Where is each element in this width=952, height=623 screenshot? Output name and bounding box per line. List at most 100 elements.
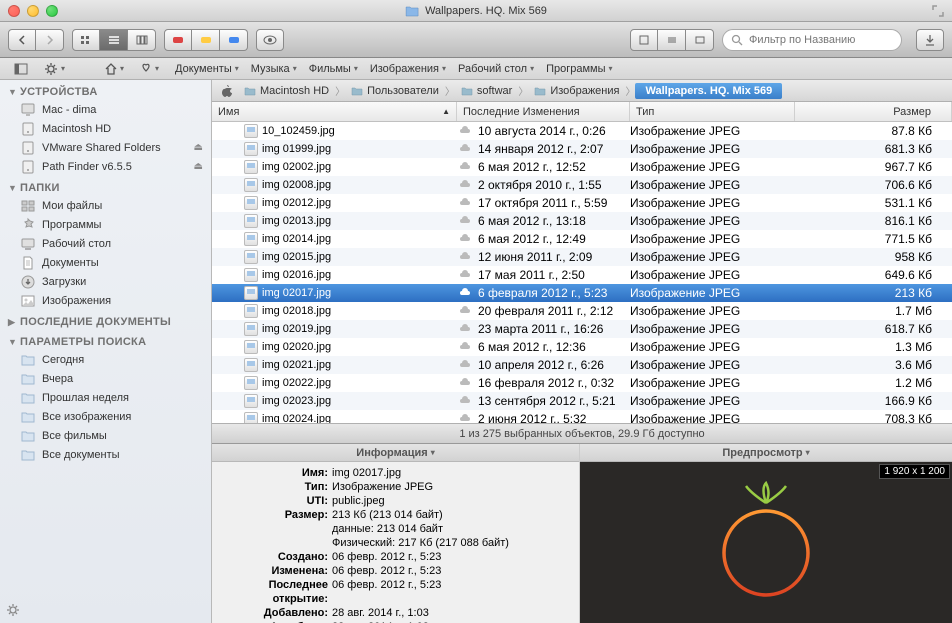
table-row[interactable]: img 02019.jpg 23 марта 2011 г., 16:26 Из… — [212, 320, 952, 338]
column-name[interactable]: Имя▲ — [212, 102, 457, 121]
search-field[interactable] — [722, 29, 902, 51]
table-row[interactable]: img 02020.jpg 6 мая 2012 г., 12:36 Изобр… — [212, 338, 952, 356]
file-icon — [244, 304, 258, 318]
view-column-button[interactable] — [128, 29, 156, 51]
table-row[interactable]: img 02002.jpg 6 мая 2012 г., 12:52 Изобр… — [212, 158, 952, 176]
sidebar-item[interactable]: Прошлая неделя — [0, 388, 211, 407]
table-row[interactable]: img 02016.jpg 17 мая 2011 г., 2:50 Изобр… — [212, 266, 952, 284]
menu-Рабочий стол[interactable]: Рабочий стол▾ — [452, 63, 540, 75]
file-icon — [244, 412, 258, 423]
tool-button-1[interactable] — [630, 29, 658, 51]
file-list[interactable]: 10_102459.jpg 10 августа 2014 г., 0:26 И… — [212, 122, 952, 423]
info-row: Изменена:06 февр. 2012 г., 5:23 — [220, 564, 571, 578]
breadcrumb-item[interactable]: Macintosh HD — [238, 85, 335, 97]
menu-Документы[interactable]: Документы▾ — [169, 63, 245, 75]
download-button[interactable] — [916, 29, 944, 51]
view-icon-button[interactable] — [72, 29, 100, 51]
table-row[interactable]: img 02017.jpg 6 февраля 2012 г., 5:23 Из… — [212, 284, 952, 302]
table-row[interactable]: img 02018.jpg 20 февраля 2011 г., 2:12 И… — [212, 302, 952, 320]
breadcrumb-item[interactable]: softwar — [455, 85, 518, 97]
sidebar-item[interactable]: VMware Shared Folders⏏ — [0, 138, 211, 157]
menu-Изображения[interactable]: Изображения▾ — [364, 63, 452, 75]
table-row[interactable]: img 02015.jpg 12 июня 2011 г., 2:09 Изоб… — [212, 248, 952, 266]
home-menu[interactable]: ▾ — [99, 63, 130, 75]
table-row[interactable]: img 01999.jpg 14 января 2012 г., 2:07 Из… — [212, 140, 952, 158]
forward-button[interactable] — [36, 29, 64, 51]
tag-yellow-button[interactable] — [192, 29, 220, 51]
info-row: данные: 213 014 байт — [220, 522, 571, 536]
breadcrumb-item[interactable]: Пользователи — [345, 85, 445, 97]
sidebar-item[interactable]: Программы — [0, 215, 211, 234]
table-row[interactable]: img 02024.jpg 2 июня 2012 г., 5:32 Изобр… — [212, 410, 952, 423]
minimize-window-button[interactable] — [27, 5, 39, 17]
content-area: Macintosh HD〉Пользователи〉softwar〉Изобра… — [212, 80, 952, 623]
tag-blue-button[interactable] — [220, 29, 248, 51]
zoom-window-button[interactable] — [46, 5, 58, 17]
apple-icon — [220, 84, 234, 98]
gear-menu[interactable]: ▾ — [38, 62, 71, 76]
file-icon — [244, 124, 258, 138]
table-row[interactable]: img 02012.jpg 17 октября 2011 г., 5:59 И… — [212, 194, 952, 212]
table-row[interactable]: img 02008.jpg 2 октября 2010 г., 1:55 Из… — [212, 176, 952, 194]
breadcrumb: Macintosh HD〉Пользователи〉softwar〉Изобра… — [212, 80, 952, 102]
favorite-menu[interactable]: ▾ — [134, 63, 165, 75]
table-row[interactable]: img 02021.jpg 10 апреля 2012 г., 6:26 Из… — [212, 356, 952, 374]
menu-Фильмы[interactable]: Фильмы▾ — [303, 63, 364, 75]
sidebar-item[interactable]: Загрузки — [0, 272, 211, 291]
tag-red-button[interactable] — [164, 29, 192, 51]
sidebar-item[interactable]: Документы — [0, 253, 211, 272]
table-row[interactable]: img 02013.jpg 6 мая 2012 г., 13:18 Изобр… — [212, 212, 952, 230]
view-list-button[interactable] — [100, 29, 128, 51]
sidebar-item[interactable]: Рабочий стол — [0, 234, 211, 253]
search-input[interactable] — [749, 34, 893, 46]
sidebar-item[interactable]: Macintosh HD — [0, 119, 211, 138]
sidebar-item[interactable]: Мои файлы — [0, 196, 211, 215]
menu-Музыка[interactable]: Музыка▾ — [245, 63, 303, 75]
info-row: UTI:public.jpeg — [220, 494, 571, 508]
sidebar-recent-header[interactable]: ▶ПОСЛЕДНИЕ ДОКУМЕНТЫ — [0, 314, 211, 330]
sidebar-toggle-button[interactable] — [8, 63, 34, 75]
info-row: Физический: 217 Кб (217 088 байт) — [220, 536, 571, 550]
preview-panel: Предпросмотр▾ 1 920 x 1 200 — [580, 444, 952, 623]
tool-button-2[interactable] — [658, 29, 686, 51]
table-row[interactable]: img 02023.jpg 13 сентября 2012 г., 5:21 … — [212, 392, 952, 410]
sidebar-item[interactable]: Изображения — [0, 291, 211, 310]
sidebar-item[interactable]: Path Finder v6.5.5⏏ — [0, 157, 211, 176]
back-button[interactable] — [8, 29, 36, 51]
table-row[interactable]: img 02022.jpg 16 февраля 2012 г., 0:32 И… — [212, 374, 952, 392]
sidebar-devices-header[interactable]: ▼УСТРОЙСТВА — [0, 84, 211, 100]
column-date[interactable]: Последние Изменения — [457, 102, 630, 121]
breadcrumb-item[interactable]: Изображения — [528, 85, 625, 97]
preview-panel-header[interactable]: Предпросмотр▾ — [580, 444, 952, 462]
sidebar-item[interactable]: Вчера — [0, 369, 211, 388]
sidebar-item[interactable]: Все документы — [0, 445, 211, 464]
dimensions-badge: 1 920 x 1 200 — [879, 464, 950, 479]
sidebar-search-header[interactable]: ▼ПАРАМЕТРЫ ПОИСКА — [0, 334, 211, 350]
menu-Программы[interactable]: Программы▾ — [540, 63, 618, 75]
table-row[interactable]: img 02014.jpg 6 мая 2012 г., 12:49 Изобр… — [212, 230, 952, 248]
quicklook-button[interactable] — [256, 29, 284, 51]
sidebar-item[interactable]: Сегодня — [0, 350, 211, 369]
sidebar-item[interactable]: Все изображения — [0, 407, 211, 426]
file-icon — [244, 286, 258, 300]
breadcrumb-item[interactable]: Wallpapers. HQ. Mix 569 — [635, 83, 782, 99]
fullscreen-icon[interactable] — [932, 5, 944, 17]
traffic-lights — [8, 5, 58, 17]
file-icon — [244, 178, 258, 192]
tool-button-3[interactable] — [686, 29, 714, 51]
folder-icon — [405, 5, 419, 17]
file-icon — [244, 340, 258, 354]
info-row: Последнее открытие:06 февр. 2012 г., 5:2… — [220, 578, 571, 606]
sidebar-settings-icon[interactable] — [6, 603, 20, 617]
close-window-button[interactable] — [8, 5, 20, 17]
sidebar-item[interactable]: Mac - dima — [0, 100, 211, 119]
column-size[interactable]: Размер — [795, 102, 952, 121]
file-icon — [244, 250, 258, 264]
column-kind[interactable]: Тип — [630, 102, 795, 121]
toolbar — [0, 22, 952, 58]
sidebar-folders-header[interactable]: ▼ПАПКИ — [0, 180, 211, 196]
table-row[interactable]: 10_102459.jpg 10 августа 2014 г., 0:26 И… — [212, 122, 952, 140]
file-icon — [244, 160, 258, 174]
sidebar-item[interactable]: Все фильмы — [0, 426, 211, 445]
info-panel-header[interactable]: Информация▾ — [212, 444, 579, 462]
